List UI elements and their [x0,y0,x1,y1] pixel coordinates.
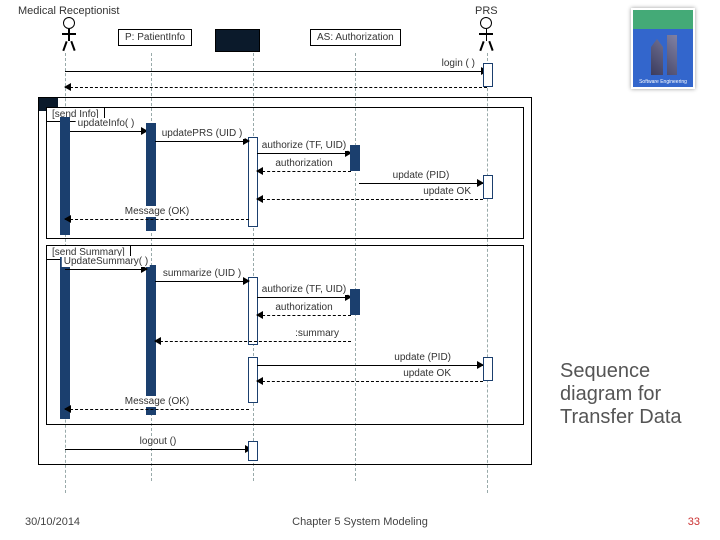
activation [248,441,258,461]
msg-label: :summary [293,328,341,339]
book-title: Software Engineering [639,79,687,85]
msg-authorization-return: authorization [257,163,351,175]
msg-label: update (PID) [391,170,452,181]
msg-label: logout () [138,436,179,447]
object-patient-info: P: PatientInfo [118,29,192,46]
actor-prs: PRS [475,5,498,49]
actor-label: Medical Receptionist [18,5,120,17]
msg-label: Message (OK) [123,396,191,407]
slide-title: Sequence diagram for Transfer Data [560,360,710,429]
msg-label: summarize (UID ) [161,268,243,279]
activation [483,357,493,381]
footer-chapter: Chapter 5 System Modeling [0,516,720,528]
msg-label: authorization [273,158,334,169]
activation [350,145,360,171]
msg-update-info: updateInfo( ) [65,123,147,135]
activation [60,257,70,419]
footer-page-number: 33 [688,516,700,528]
activation [350,289,360,315]
msg-login: login ( ) [65,63,487,75]
msg-summarize: summarize (UID ) [155,273,249,285]
msg-label: UpdateSummary( ) [62,256,150,267]
msg-update-summary: UpdateSummary( ) [65,261,147,273]
msg-message-ok: Message (OK) [65,211,249,223]
msg-label: authorization [273,302,334,313]
msg-label: update OK [421,186,473,197]
msg-authorize2: authorize (TF, UID) [257,289,351,301]
msg-logout: logout () [65,441,251,453]
sequence-diagram: Medical Receptionist PRS P: PatientInfo … [10,5,540,495]
msg-update-prs: updatePRS (UID ) [155,133,249,145]
msg-label: authorize (TF, UID) [260,140,348,151]
msg-label: updateInfo( ) [76,118,137,129]
msg-message-ok2: Message (OK) [65,401,249,413]
actor-medical-receptionist: Medical Receptionist [18,5,120,49]
msg-label: login ( ) [440,58,477,69]
msg-authorize: authorize (TF, UID) [257,145,351,157]
activation [483,175,493,199]
msg-label: updatePRS (UID ) [160,128,245,139]
msg-update-ok: update OK [257,191,483,203]
msg-label: authorize (TF, UID) [260,284,348,295]
msg-label: update (PID) [392,352,453,363]
msg-authorization-return2: authorization [257,307,351,319]
msg-update-ok2: update OK [257,373,483,385]
msg-login-return [65,79,487,91]
msg-label: update OK [401,368,453,379]
actor-label: PRS [475,5,498,17]
object-authorization: AS: Authorization [310,29,401,46]
book-cover-thumbnail: Software Engineering [631,8,695,89]
msg-label: Message (OK) [123,206,191,217]
msg-summary-return: :summary [155,333,351,345]
object-unknown [215,29,260,52]
